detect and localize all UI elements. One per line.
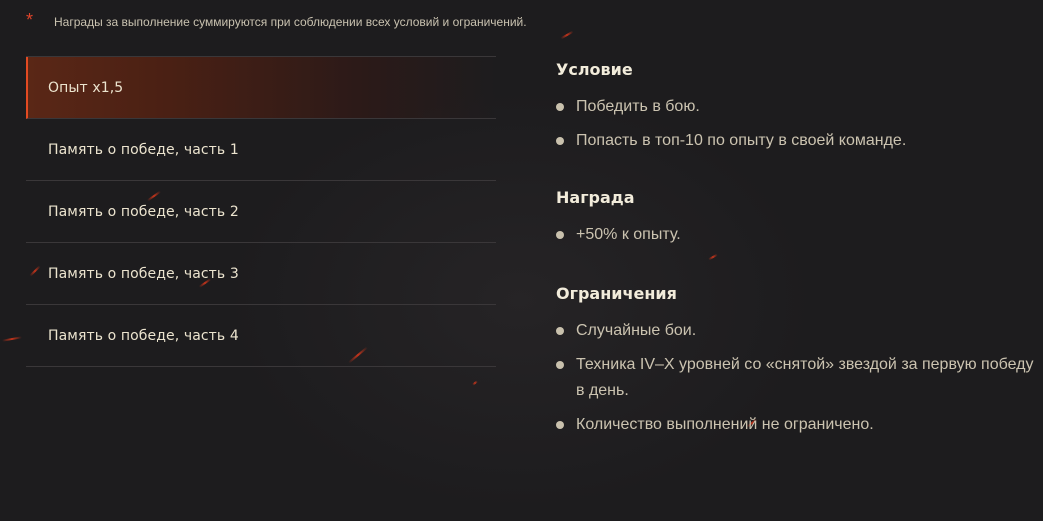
task-item-label: Память о победе, часть 3 — [48, 265, 239, 282]
list-item: Случайные бои. — [556, 318, 1036, 344]
spark-decoration — [560, 30, 574, 40]
list-item: Техника IV–X уровней со «снятой» звездой… — [556, 352, 1036, 404]
list-item-text: Количество выполнений не ограничено. — [576, 416, 874, 433]
mission-panel: * Награды за выполнение суммируются при … — [0, 0, 1043, 521]
bullet-icon — [556, 231, 564, 239]
list-item-text: Техника IV–X уровней со «снятой» звездой… — [576, 356, 1034, 399]
footnote-text: Награды за выполнение суммируются при со… — [54, 15, 527, 29]
bullet-icon — [556, 327, 564, 335]
task-details: Условие Победить в бою. Попасть в топ-10… — [556, 58, 1036, 446]
spark-decoration — [1, 336, 23, 342]
restrictions-list: Случайные бои. Техника IV–X уровней со «… — [556, 318, 1036, 438]
condition-list: Победить в бою. Попасть в топ-10 по опыт… — [556, 94, 1036, 154]
list-item: +50% к опыту. — [556, 222, 1036, 248]
reward-heading: Награда — [556, 188, 635, 207]
list-item: Попасть в топ-10 по опыту в своей команд… — [556, 128, 1036, 154]
list-item: Количество выполнений не ограничено. — [556, 412, 1036, 438]
task-list: Опыт x1,5 Память о победе, часть 1 Памят… — [26, 56, 496, 367]
bullet-icon — [556, 421, 564, 429]
task-item-victory-memory-3[interactable]: Память о победе, часть 3 — [26, 243, 496, 305]
task-item-label: Опыт x1,5 — [48, 79, 124, 96]
restrictions-heading: Ограничения — [556, 284, 677, 303]
list-item-text: Случайные бои. — [576, 322, 697, 339]
asterisk-icon: * — [26, 10, 34, 30]
task-item-label: Память о победе, часть 1 — [48, 141, 239, 158]
task-item-victory-memory-4[interactable]: Память о победе, часть 4 — [26, 305, 496, 367]
condition-section: Условие Победить в бою. Попасть в топ-10… — [556, 58, 1036, 154]
reward-section: Награда +50% к опыту. — [556, 186, 1036, 248]
condition-heading: Условие — [556, 60, 633, 79]
task-item-label: Память о победе, часть 2 — [48, 203, 239, 220]
list-item: Победить в бою. — [556, 94, 1036, 120]
restrictions-section: Ограничения Случайные бои. Техника IV–X … — [556, 282, 1036, 438]
bullet-icon — [556, 137, 564, 145]
task-item-victory-memory-1[interactable]: Память о победе, часть 1 — [26, 119, 496, 181]
reward-list: +50% к опыту. — [556, 222, 1036, 248]
task-item-xp-bonus[interactable]: Опыт x1,5 — [26, 57, 496, 119]
list-item-text: Победить в бою. — [576, 98, 700, 115]
spark-decoration — [472, 380, 478, 386]
footnote: * Награды за выполнение суммируются при … — [26, 10, 527, 32]
list-item-text: Попасть в топ-10 по опыту в своей команд… — [576, 132, 907, 149]
list-item-text: +50% к опыту. — [576, 226, 681, 243]
task-item-victory-memory-2[interactable]: Память о победе, часть 2 — [26, 181, 496, 243]
task-item-label: Память о победе, часть 4 — [48, 327, 239, 344]
bullet-icon — [556, 361, 564, 369]
bullet-icon — [556, 103, 564, 111]
